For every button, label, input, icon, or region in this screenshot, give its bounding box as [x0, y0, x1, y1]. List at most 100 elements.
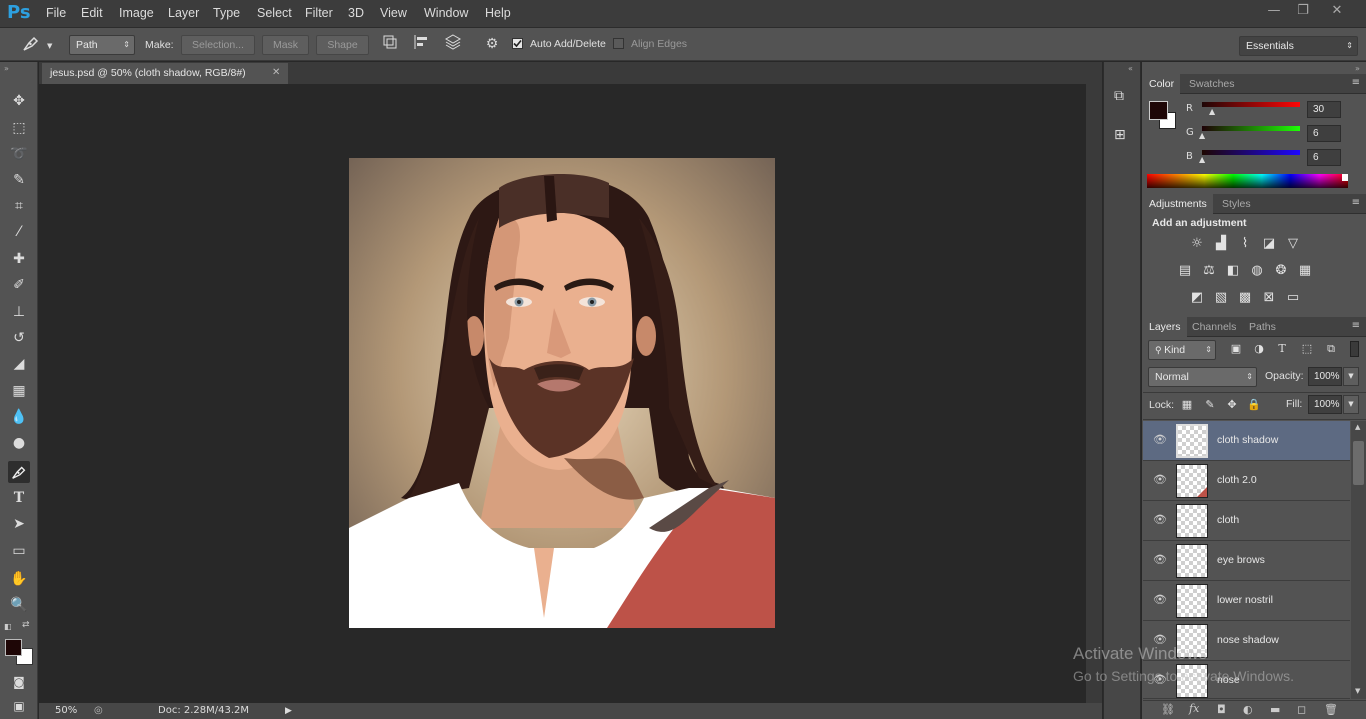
default-colors-icon[interactable]: ◧: [4, 622, 12, 631]
panel-menu-icon[interactable]: ≡: [1352, 77, 1360, 88]
scroll-up-icon[interactable]: ▲: [1355, 423, 1360, 431]
menu-select[interactable]: Select: [257, 6, 292, 20]
tool-mode-dropdown[interactable]: Path ⇕: [69, 35, 135, 55]
tab-adjustments[interactable]: Adjustments: [1143, 194, 1213, 214]
menu-3d[interactable]: 3D: [348, 6, 364, 20]
type-tool-icon[interactable]: T: [8, 487, 30, 509]
menu-filter[interactable]: Filter: [305, 6, 333, 20]
workspace-dropdown[interactable]: Essentials ⇕: [1239, 36, 1358, 56]
layer-row-cloth-shadow[interactable]: 👁 cloth shadow: [1143, 421, 1350, 461]
hue-saturation-icon[interactable]: ▤: [1175, 261, 1195, 281]
layer-name[interactable]: cloth 2.0: [1217, 474, 1257, 486]
history-brush-tool-icon[interactable]: ↺: [8, 327, 30, 349]
link-layers-icon[interactable]: ⛓: [1161, 703, 1175, 716]
properties-panel-icon[interactable]: ⊞: [1114, 127, 1126, 143]
posterize-icon[interactable]: ▧: [1211, 288, 1231, 308]
status-menu-arrow-icon[interactable]: ▶: [285, 703, 292, 719]
opacity-dropdown-icon[interactable]: ▼: [1343, 367, 1359, 386]
scroll-down-icon[interactable]: ▼: [1355, 687, 1360, 695]
marquee-tool-icon[interactable]: ⬚: [8, 117, 30, 139]
zoom-level[interactable]: 50%: [55, 703, 77, 719]
tab-channels[interactable]: Channels: [1186, 317, 1242, 337]
opacity-field[interactable]: 100%: [1308, 367, 1342, 386]
quick-selection-tool-icon[interactable]: ✎: [8, 169, 30, 191]
black-white-icon[interactable]: ◧: [1223, 261, 1243, 281]
green-slider[interactable]: [1202, 126, 1300, 131]
make-selection-button[interactable]: Selection...: [181, 35, 255, 55]
spectrum-white-chip[interactable]: [1342, 174, 1348, 181]
healing-brush-tool-icon[interactable]: ✚: [8, 248, 30, 270]
layer-row-cloth[interactable]: 👁 cloth: [1143, 501, 1350, 541]
menu-view[interactable]: View: [380, 6, 407, 20]
layer-row-lower-nostril[interactable]: 👁 lower nostril: [1143, 581, 1350, 621]
blue-value-field[interactable]: 6: [1307, 149, 1341, 166]
tab-layers[interactable]: Layers: [1143, 317, 1187, 337]
visibility-eye-icon[interactable]: 👁: [1152, 433, 1168, 449]
path-arrangement-icon[interactable]: [442, 33, 464, 55]
lock-position-icon[interactable]: ✥: [1222, 395, 1242, 415]
swap-colors-icon[interactable]: ⇄: [22, 620, 30, 630]
clone-stamp-tool-icon[interactable]: ⊥: [8, 301, 30, 323]
menu-image[interactable]: Image: [119, 6, 154, 20]
status-info-icon[interactable]: ◎: [94, 703, 103, 719]
blue-slider-thumb[interactable]: ▲: [1199, 155, 1205, 164]
rectangle-tool-icon[interactable]: ▭: [8, 540, 30, 562]
layer-filter-dropdown[interactable]: ⚲ Kind ⇕: [1148, 340, 1216, 360]
hand-tool-icon[interactable]: ✋: [8, 568, 30, 590]
scrollbar-thumb[interactable]: [1353, 441, 1364, 485]
collapse-arrows-icon[interactable]: «: [1128, 64, 1133, 73]
foreground-color-swatch[interactable]: [5, 639, 22, 656]
filter-smart-object-icon[interactable]: ⧉: [1321, 339, 1341, 359]
visibility-eye-icon[interactable]: 👁: [1152, 593, 1168, 609]
filter-shape-icon[interactable]: ⬚: [1297, 339, 1317, 359]
gear-icon[interactable]: ⚙: [481, 33, 503, 55]
quick-mask-icon[interactable]: ◙: [8, 671, 30, 693]
layers-scrollbar[interactable]: ▲ ▼: [1351, 421, 1366, 699]
red-value-field[interactable]: 30: [1307, 101, 1341, 118]
tab-swatches[interactable]: Swatches: [1183, 74, 1241, 94]
photo-filter-icon[interactable]: ◍: [1247, 261, 1267, 281]
color-balance-icon[interactable]: ⚖: [1199, 261, 1219, 281]
visibility-eye-icon[interactable]: 👁: [1152, 473, 1168, 489]
menu-type[interactable]: Type: [213, 6, 240, 20]
artwork-canvas[interactable]: [349, 158, 775, 628]
pen-tool-icon[interactable]: [8, 461, 30, 483]
menu-edit[interactable]: Edit: [81, 6, 103, 20]
eraser-tool-icon[interactable]: ◢: [8, 353, 30, 375]
red-slider-thumb[interactable]: ▲: [1209, 107, 1215, 116]
gradient-map-icon[interactable]: ▭: [1283, 288, 1303, 308]
exposure-icon[interactable]: ◪: [1259, 234, 1279, 254]
threshold-icon[interactable]: ▩: [1235, 288, 1255, 308]
invert-icon[interactable]: ◩: [1187, 288, 1207, 308]
tab-color[interactable]: Color: [1143, 74, 1181, 94]
make-shape-button[interactable]: Shape: [316, 35, 369, 55]
filter-adjustment-icon[interactable]: ◑: [1249, 339, 1269, 359]
color-spectrum-bar[interactable]: [1147, 174, 1348, 188]
menu-file[interactable]: File: [46, 6, 66, 20]
path-alignment-icon[interactable]: [410, 33, 432, 55]
color-lookup-icon[interactable]: ▦: [1295, 261, 1315, 281]
fill-dropdown-icon[interactable]: ▼: [1343, 395, 1359, 414]
lock-all-icon[interactable]: 🔒: [1244, 395, 1264, 415]
blue-slider[interactable]: [1202, 150, 1300, 155]
fill-field[interactable]: 100%: [1308, 395, 1342, 414]
history-panel-icon[interactable]: ⧉: [1114, 88, 1124, 104]
tab-styles[interactable]: Styles: [1216, 194, 1257, 214]
brightness-contrast-icon[interactable]: ☼: [1187, 234, 1207, 254]
gradient-tool-icon[interactable]: ▦: [8, 380, 30, 402]
lock-transparent-icon[interactable]: ▦: [1177, 395, 1197, 415]
lasso-tool-icon[interactable]: ➰: [8, 143, 30, 165]
levels-icon[interactable]: ▟: [1211, 234, 1231, 254]
restore-button[interactable]: ❐: [1288, 2, 1318, 22]
red-slider[interactable]: [1202, 102, 1300, 107]
menu-window[interactable]: Window: [424, 6, 468, 20]
green-slider-thumb[interactable]: ▲: [1199, 131, 1205, 140]
make-mask-button[interactable]: Mask: [262, 35, 309, 55]
layer-name[interactable]: nose shadow: [1217, 634, 1279, 646]
layer-name[interactable]: eye brows: [1217, 554, 1265, 566]
channel-mixer-icon[interactable]: ❂: [1271, 261, 1291, 281]
collapse-arrows-icon[interactable]: »: [4, 64, 9, 73]
collapse-panels-icon[interactable]: »: [1355, 64, 1360, 73]
visibility-eye-icon[interactable]: 👁: [1152, 513, 1168, 529]
lock-image-icon[interactable]: ✎: [1200, 395, 1220, 415]
